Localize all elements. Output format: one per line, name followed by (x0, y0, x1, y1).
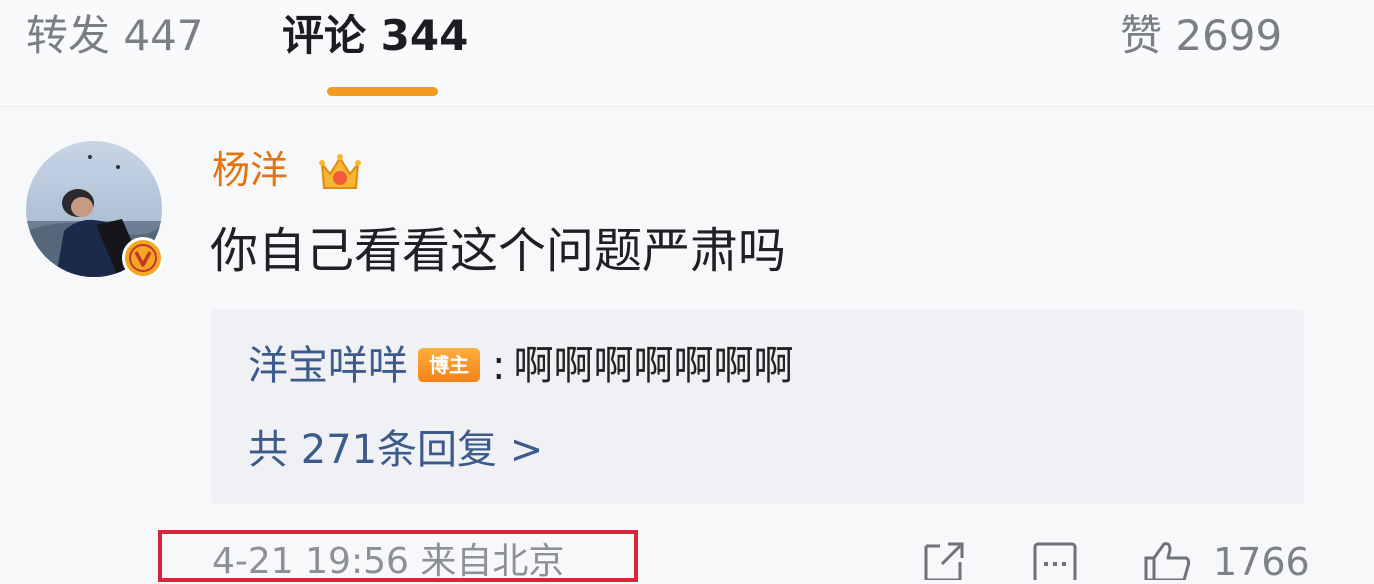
thumbs-up-icon[interactable] (1142, 540, 1194, 584)
tab-repost[interactable]: 转发 447 (26, 10, 204, 62)
author-badge: 博主 (418, 348, 480, 382)
comment-text: 你自己看看这个问题严肃吗 (210, 223, 787, 279)
crown-icon (316, 150, 364, 196)
reply-separator: : (492, 343, 506, 389)
tab-comments[interactable]: 评论 344 (282, 10, 468, 62)
active-tab-indicator (327, 87, 438, 96)
more-replies-link[interactable]: 共 271条回复 > (248, 424, 543, 476)
share-icon[interactable] (920, 540, 966, 584)
comment-icon[interactable] (1032, 540, 1078, 584)
comment-meta: 4-21 19:56 来自北京 (212, 541, 565, 582)
tab-bar: 转发 447 评论 344 赞 2699 (0, 0, 1374, 107)
comment-author[interactable]: 杨洋 (212, 146, 288, 194)
tab-likes[interactable]: 赞 2699 (1120, 10, 1282, 62)
like-count: 1766 (1213, 540, 1310, 584)
reply-author[interactable]: 洋宝咩咩 (248, 343, 408, 389)
v-badge-icon (122, 237, 164, 279)
reply-preview: 洋宝咩咩 博主: 啊啊啊啊啊啊啊 (248, 340, 793, 392)
reply-text: 啊啊啊啊啊啊啊 (513, 343, 794, 389)
